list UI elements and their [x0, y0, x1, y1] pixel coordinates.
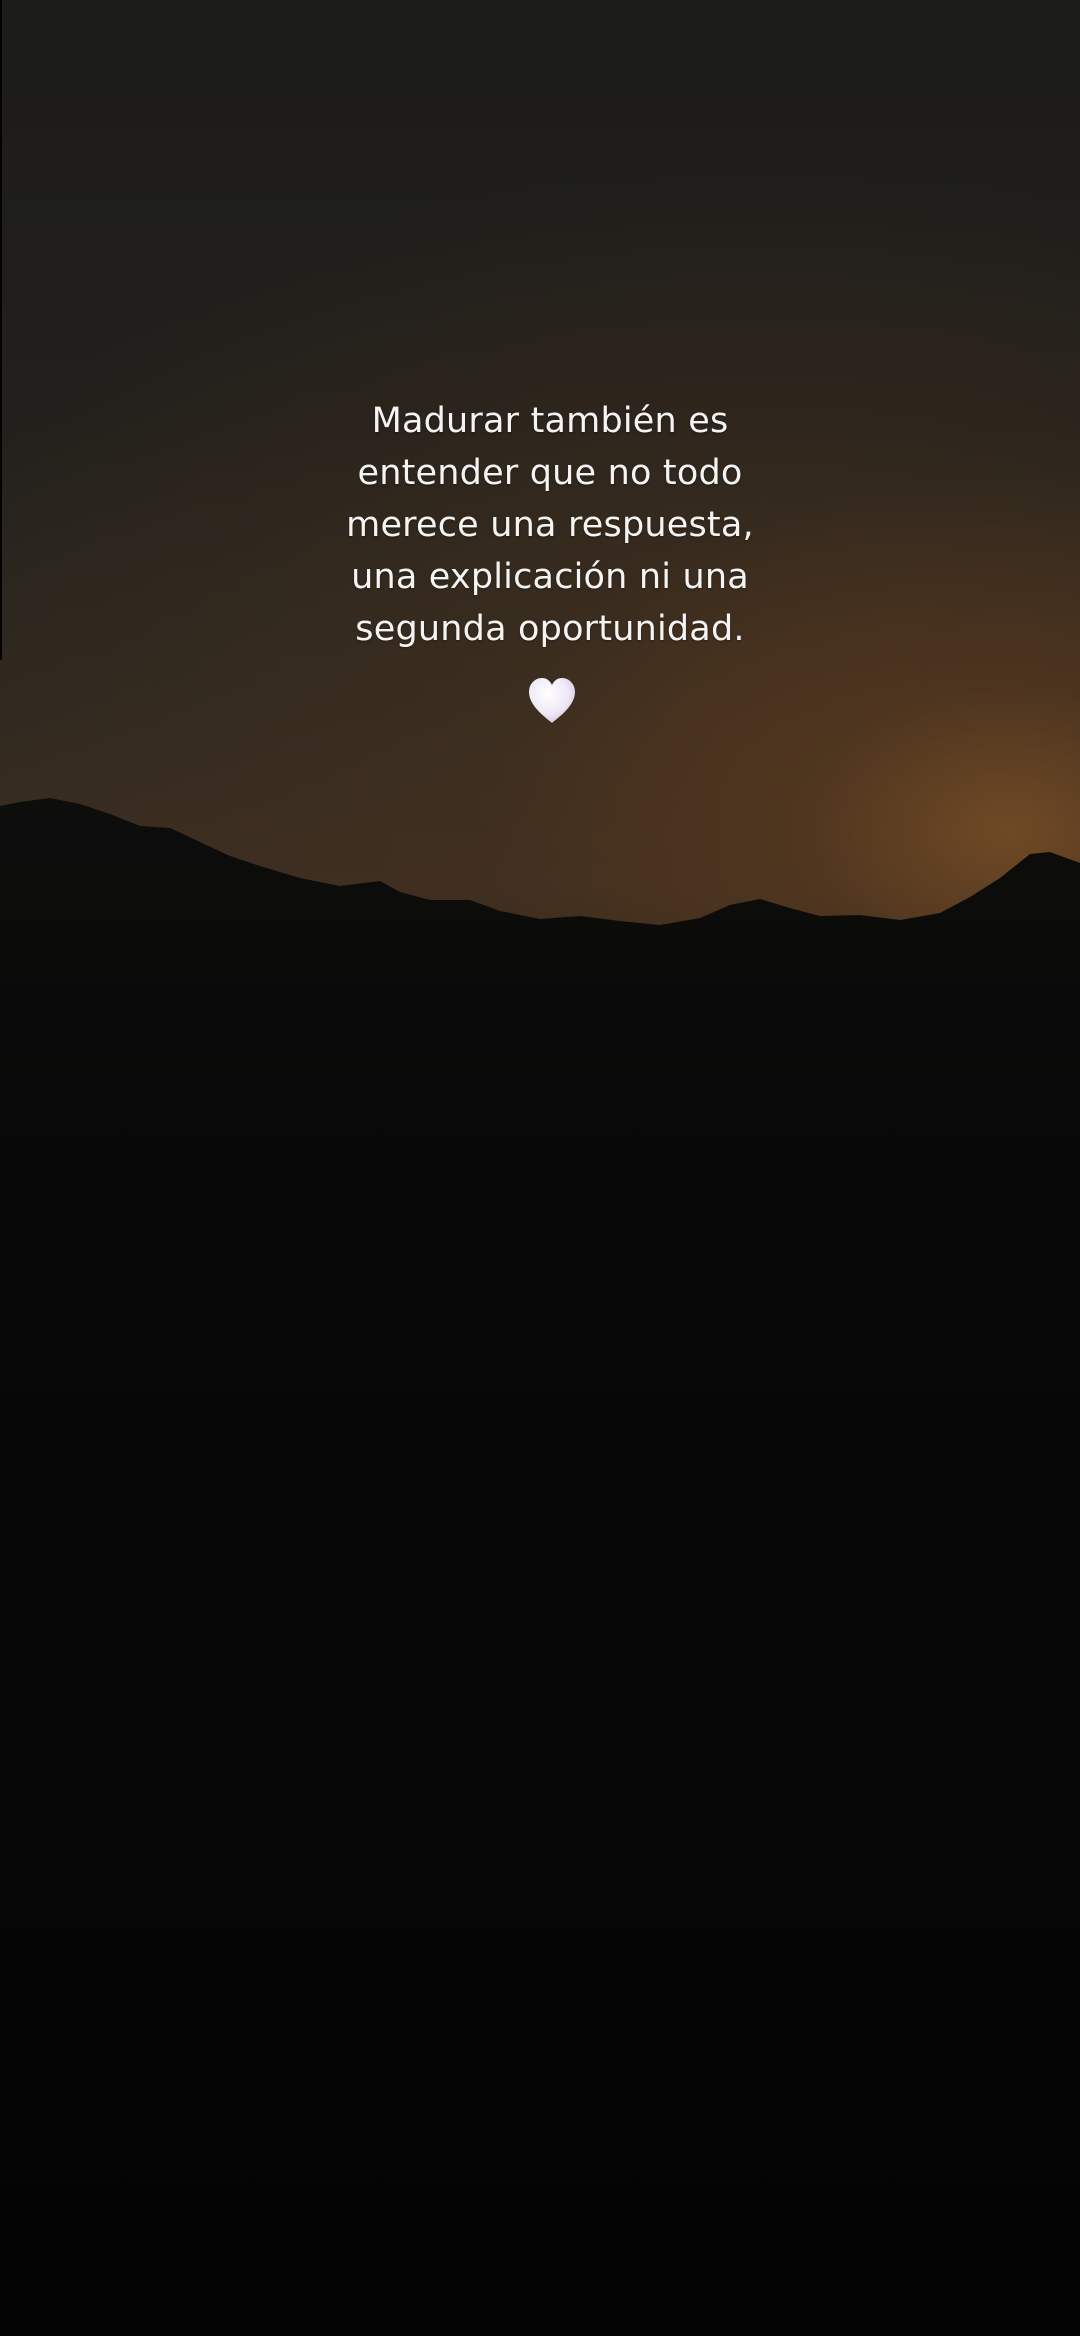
quote-text: Madurar también es entender que no todo … — [346, 401, 754, 649]
white-heart-icon — [529, 678, 575, 723]
background-photo: Madurar también es entender que no todo … — [0, 0, 1080, 2336]
edge-shadow — [0, 0, 2, 660]
mountain-silhouette — [0, 798, 1080, 2336]
